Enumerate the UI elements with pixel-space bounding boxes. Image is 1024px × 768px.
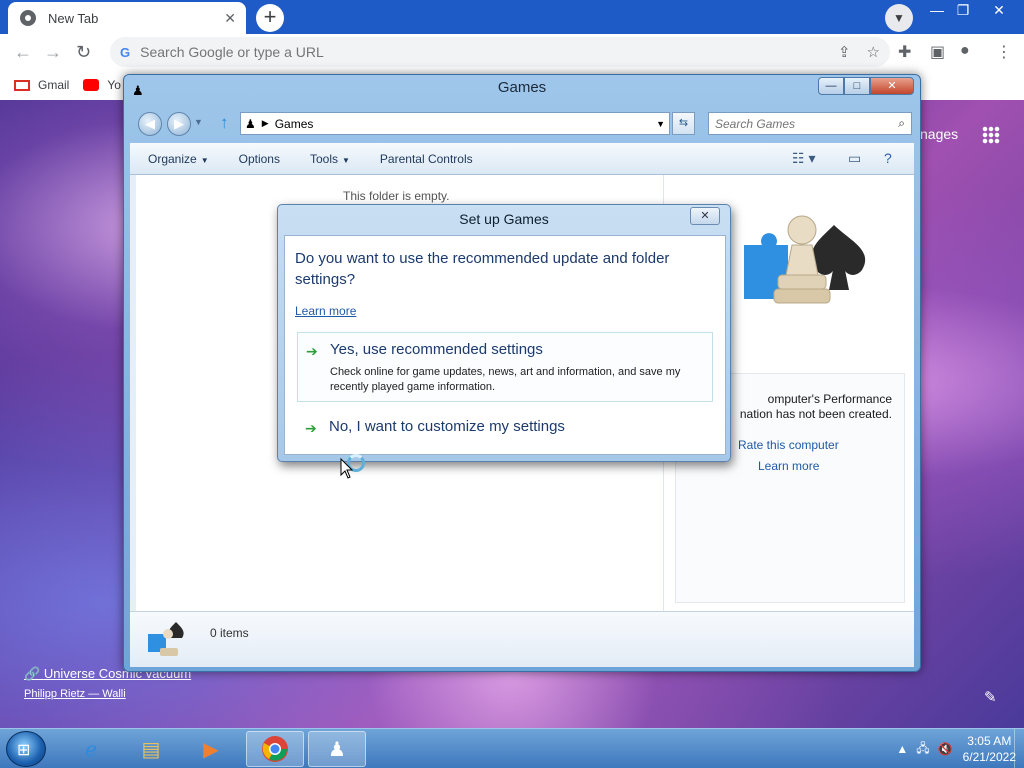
dialog-title: Set up Games bbox=[459, 211, 549, 227]
tools-menu[interactable]: Tools ▼ bbox=[310, 152, 350, 166]
new-tab-button[interactable]: + bbox=[256, 4, 284, 32]
omnibox-input[interactable] bbox=[140, 44, 741, 60]
reload-icon[interactable]: ↻ bbox=[76, 42, 91, 63]
clock[interactable]: 3:05 AM 6/21/2022 bbox=[963, 733, 1016, 765]
gmail-icon bbox=[14, 79, 30, 91]
dialog-close-button[interactable]: ✕ bbox=[690, 207, 720, 225]
window-maximize-button[interactable]: □ bbox=[844, 77, 870, 95]
clock-time: 3:05 AM bbox=[967, 734, 1012, 748]
games-hero-icon bbox=[744, 215, 866, 304]
games-taskbar-icon: ♟ bbox=[328, 738, 346, 761]
browser-toolbar: ← → ↻ G ⇪ ☆ ✚ ▣ ● ⋮ bbox=[0, 34, 1024, 70]
search-input[interactable] bbox=[715, 113, 885, 134]
start-button[interactable]: ⊞ bbox=[6, 731, 46, 767]
item-count: 0 items bbox=[210, 626, 249, 640]
games-mini-icon bbox=[148, 622, 184, 656]
breadcrumb-games[interactable]: Games bbox=[275, 117, 314, 131]
media-player-icon[interactable]: ▶ bbox=[182, 731, 240, 767]
options-menu[interactable]: Options bbox=[239, 152, 280, 166]
command-bar: Organize ▼ Options Tools ▼ Parental Contro… bbox=[130, 143, 914, 175]
tray-expand-icon[interactable]: ▲ bbox=[896, 742, 908, 756]
close-button[interactable]: ✕ bbox=[984, 0, 1014, 22]
ntp-images-link[interactable]: nages bbox=[920, 126, 958, 142]
up-arrow-icon[interactable]: ↑ bbox=[220, 113, 229, 133]
customize-settings-option[interactable]: ➔ No, I want to customize my settings bbox=[297, 410, 713, 442]
bookmark-star-icon[interactable]: ☆ bbox=[867, 43, 880, 61]
youtube-icon bbox=[83, 79, 100, 91]
background-credit-author[interactable]: Philipp Rietz — Walli bbox=[24, 688, 126, 700]
views-icon[interactable]: ☷ ▾ bbox=[792, 150, 815, 167]
restore-button[interactable]: ❐ bbox=[948, 0, 978, 22]
tab-close-icon[interactable]: ✕ bbox=[224, 10, 236, 27]
address-dropdown-icon[interactable]: ▼ bbox=[656, 119, 665, 129]
bookmark-gmail[interactable]: Gmail bbox=[14, 78, 69, 92]
details-pane: 0 items bbox=[130, 611, 914, 667]
tab-strip: New Tab ✕ + ▼ — ❐ ✕ bbox=[0, 0, 1024, 34]
bookmark-youtube[interactable]: Yo bbox=[83, 78, 121, 92]
apps-grid-icon[interactable] bbox=[982, 126, 1000, 144]
menu-kebab-icon[interactable]: ⋮ bbox=[996, 42, 1012, 62]
preview-pane-icon[interactable]: ▭ bbox=[848, 150, 861, 167]
customize-pencil-icon[interactable]: ✎ bbox=[984, 688, 997, 706]
games-folder-icon: ♟ bbox=[245, 116, 256, 131]
tab-search-chevron-icon[interactable]: ▼ bbox=[885, 4, 913, 32]
tab-new-tab[interactable]: New Tab ✕ bbox=[8, 2, 246, 34]
mouse-cursor-icon bbox=[340, 458, 354, 479]
customize-settings-label: No, I want to customize my settings bbox=[329, 418, 565, 435]
rate-computer-link[interactable]: Rate this computer bbox=[738, 438, 839, 452]
internet-explorer-icon[interactable]: ℯ bbox=[62, 731, 120, 767]
system-tray: ▲ 🖧 🔇 3:05 AM 6/21/2022 bbox=[888, 729, 1016, 768]
help-icon[interactable]: ? bbox=[884, 150, 892, 166]
show-desktop-button[interactable] bbox=[1014, 729, 1024, 768]
dialog-body: Do you want to use the recommended updat… bbox=[284, 235, 726, 455]
setup-games-dialog: Set up Games ✕ Do you want to use the re… bbox=[277, 204, 731, 462]
search-icon[interactable]: ⌕ bbox=[898, 116, 905, 131]
recommended-settings-option[interactable]: ➔ Yes, use recommended settings Check on… bbox=[297, 332, 713, 402]
omnibox[interactable]: G ⇪ ☆ bbox=[110, 37, 890, 67]
green-arrow-icon: ➔ bbox=[306, 343, 318, 359]
forward-arrow-icon[interactable]: ▶ bbox=[167, 112, 191, 136]
profile-avatar-icon[interactable]: ● bbox=[960, 42, 970, 60]
windows-logo-icon: ⊞ bbox=[17, 742, 31, 759]
performance-learn-more-link[interactable]: Learn more bbox=[758, 459, 819, 473]
bookmark-label: Gmail bbox=[38, 78, 70, 92]
taskbar: ⊞ ℯ ▤ ▶ ♟ ▲ 🖧 🔇 3:05 AM 6/21/2022 bbox=[0, 728, 1024, 768]
refresh-icon[interactable]: ⇆ bbox=[672, 112, 695, 135]
extensions-icon[interactable]: ✚ bbox=[898, 42, 911, 62]
empty-folder-message: This folder is empty. bbox=[343, 189, 450, 203]
breadcrumb-separator-icon[interactable]: ▶ bbox=[262, 118, 269, 129]
bookmark-label: Yo bbox=[107, 78, 121, 92]
games-taskbar-button[interactable]: ♟ bbox=[308, 731, 366, 767]
organize-menu[interactable]: Organize ▼ bbox=[148, 152, 209, 166]
games-window-title: Games bbox=[497, 79, 547, 96]
back-icon[interactable]: ← bbox=[14, 42, 32, 63]
dialog-question: Do you want to use the recommended updat… bbox=[295, 250, 670, 288]
address-bar[interactable]: ♟ ▶ Games ▼ bbox=[240, 112, 670, 135]
google-g-icon: G bbox=[120, 44, 131, 60]
recommended-settings-description: Check online for game updates, news, art… bbox=[330, 366, 681, 393]
left-scroll-strip bbox=[130, 175, 136, 611]
chrome-logo-icon bbox=[262, 736, 288, 762]
dialog-learn-more-link[interactable]: Learn more bbox=[295, 304, 356, 318]
chrome-icon bbox=[20, 10, 36, 26]
back-arrow-icon[interactable]: ◀ bbox=[138, 112, 162, 136]
recommended-settings-label: Yes, use recommended settings bbox=[330, 341, 543, 358]
search-box[interactable]: ⌕ bbox=[708, 112, 912, 135]
volume-muted-icon[interactable]: 🔇 bbox=[938, 742, 953, 756]
forward-icon[interactable]: → bbox=[44, 42, 62, 63]
clock-date: 6/21/2022 bbox=[962, 750, 1016, 764]
network-icon[interactable]: 🖧 bbox=[916, 739, 929, 760]
window-close-button[interactable]: ✕ bbox=[870, 77, 914, 95]
tab-title: New Tab bbox=[48, 10, 99, 26]
chrome-taskbar-button[interactable] bbox=[246, 731, 304, 767]
file-explorer-icon[interactable]: ▤ bbox=[122, 731, 180, 767]
share-icon[interactable]: ⇪ bbox=[838, 43, 851, 61]
side-panel-icon[interactable]: ▣ bbox=[930, 42, 945, 62]
window-minimize-button[interactable]: — bbox=[818, 77, 844, 95]
recent-pages-chevron-icon[interactable]: ▼ bbox=[194, 117, 203, 127]
parental-controls-button[interactable]: Parental Controls bbox=[380, 152, 473, 166]
green-arrow-icon: ➔ bbox=[305, 420, 317, 436]
window-caption-buttons: — □ ✕ bbox=[818, 77, 914, 95]
